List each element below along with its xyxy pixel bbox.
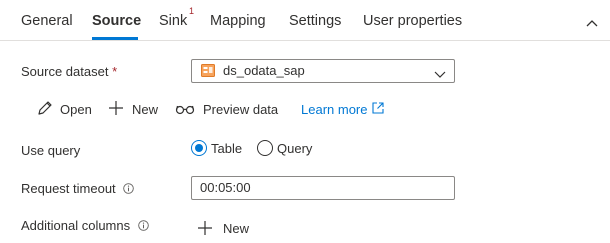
radio-query-circle[interactable]: [257, 140, 273, 156]
odata-dataset-icon: [201, 64, 215, 82]
preview-data-label: Preview data: [203, 102, 279, 117]
tab-source[interactable]: Source: [92, 13, 141, 29]
tab-settings[interactable]: Settings: [289, 13, 341, 29]
chevron-down-icon: [434, 66, 446, 84]
radio-query-label: Query: [277, 141, 313, 156]
add-column-label: New: [223, 221, 250, 236]
request-timeout-label: Request timeout: [21, 181, 135, 197]
source-dataset-label: Source dataset *: [21, 64, 117, 79]
request-timeout-input[interactable]: [200, 180, 440, 195]
use-query-label: Use query: [21, 143, 81, 158]
tab-general[interactable]: General: [21, 13, 73, 29]
request-timeout-label-text: Request timeout: [21, 181, 116, 196]
chevron-up-icon[interactable]: [586, 14, 598, 32]
source-dataset-select[interactable]: ds_odata_sap: [191, 59, 455, 83]
tab-mapping[interactable]: Mapping: [210, 13, 266, 29]
learn-more-label: Learn more: [301, 102, 368, 117]
additional-columns-label-text: Additional columns: [21, 218, 131, 233]
tab-bar: General Source Sink 1 Mapping Settings U…: [0, 0, 610, 41]
open-label: Open: [60, 102, 92, 117]
radio-table-circle[interactable]: [191, 140, 207, 156]
source-dataset-value: ds_odata_sap: [223, 63, 305, 78]
additional-columns-label: Additional columns: [21, 218, 149, 234]
request-timeout-field-box: [191, 176, 455, 200]
required-marker: *: [112, 64, 118, 79]
info-icon[interactable]: [137, 219, 149, 234]
radio-table-label: Table: [211, 141, 243, 156]
sink-error-badge: 1: [189, 6, 195, 16]
tab-user-properties[interactable]: User properties: [363, 13, 462, 29]
info-icon[interactable]: [123, 182, 135, 197]
active-tab-indicator: [92, 37, 138, 40]
source-dataset-label-text: Source dataset: [21, 64, 109, 79]
new-label: New: [132, 102, 159, 117]
tab-sink[interactable]: Sink: [159, 13, 187, 29]
